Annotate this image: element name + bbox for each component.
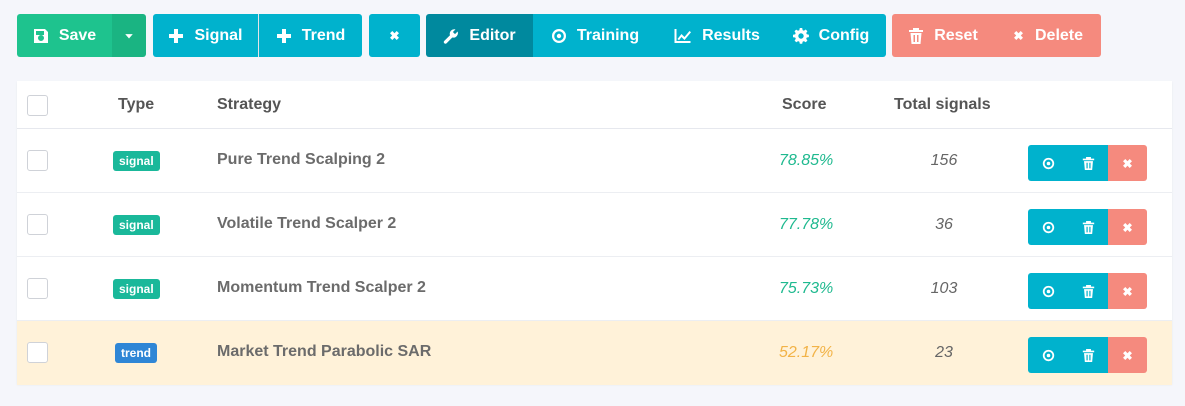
line-chart-icon xyxy=(674,28,692,43)
trash-icon xyxy=(1082,348,1095,362)
row-checkbox[interactable] xyxy=(27,150,48,171)
type-badge: signal xyxy=(113,279,160,299)
trash-icon xyxy=(909,27,924,44)
remove-button[interactable] xyxy=(1108,209,1147,245)
row-checkbox[interactable] xyxy=(27,342,48,363)
table-header: Type Strategy Score Total signals xyxy=(17,81,1172,129)
times-icon xyxy=(1014,31,1023,40)
tab-editor-label: Editor xyxy=(469,26,516,44)
total-signals-value: 156 xyxy=(930,152,958,169)
dot-circle-icon xyxy=(1042,349,1055,362)
plus-icon xyxy=(169,28,184,43)
view-button[interactable] xyxy=(1028,337,1068,373)
gear-icon xyxy=(792,27,809,44)
row-actions xyxy=(1028,209,1147,245)
trash-icon xyxy=(1082,220,1095,234)
view-button[interactable] xyxy=(1028,145,1068,181)
save-button[interactable]: Save xyxy=(17,14,112,57)
tab-results-label: Results xyxy=(702,26,760,44)
trash-icon xyxy=(1082,284,1095,298)
total-signals-value: 23 xyxy=(935,344,953,361)
add-trend-button[interactable]: Trend xyxy=(259,14,362,57)
dot-circle-icon xyxy=(551,28,566,43)
tab-results[interactable]: Results xyxy=(657,14,776,57)
add-signal-label: Signal xyxy=(194,26,243,44)
score-value: 52.17% xyxy=(779,344,834,361)
trash-button[interactable] xyxy=(1068,337,1108,373)
strategy-name: Volatile Trend Scalper 2 xyxy=(217,215,397,232)
column-header-total-signals[interactable]: Total signals xyxy=(894,96,991,114)
type-badge: signal xyxy=(113,215,160,235)
times-icon xyxy=(1121,349,1134,362)
remove-button[interactable] xyxy=(1108,273,1147,309)
row-actions xyxy=(1028,337,1147,373)
type-badge: signal xyxy=(113,151,160,171)
strategy-name: Momentum Trend Scalper 2 xyxy=(217,279,426,296)
trash-icon xyxy=(1082,156,1095,170)
trash-button[interactable] xyxy=(1068,145,1108,181)
reset-label: Reset xyxy=(934,26,978,44)
delete-button[interactable]: Delete xyxy=(994,14,1101,57)
strategy-name: Market Trend Parabolic SAR xyxy=(217,343,432,360)
table-row[interactable]: signal Momentum Trend Scalper 2 75.73% 103 xyxy=(17,257,1172,321)
column-header-strategy[interactable]: Strategy xyxy=(217,96,281,114)
table-row[interactable]: signal Volatile Trend Scalper 2 77.78% 36 xyxy=(17,193,1172,257)
dot-circle-icon xyxy=(1042,285,1055,298)
tab-editor[interactable]: Editor xyxy=(426,14,533,57)
save-dropdown-button[interactable] xyxy=(112,14,146,57)
add-trend-label: Trend xyxy=(301,26,346,44)
tab-training-label: Training xyxy=(576,26,640,44)
save-label: Save xyxy=(58,26,97,44)
score-value: 75.73% xyxy=(779,280,834,297)
table-row[interactable]: trend Market Trend Parabolic SAR 52.17% 23 xyxy=(17,321,1172,385)
column-header-type[interactable]: Type xyxy=(118,96,154,114)
remove-button[interactable] xyxy=(1108,145,1147,181)
type-badge: trend xyxy=(115,343,157,363)
times-icon xyxy=(1121,157,1134,170)
floppy-disk-icon xyxy=(33,28,48,43)
strategy-table: Type Strategy Score Total signals signal… xyxy=(17,81,1172,385)
trash-button[interactable] xyxy=(1068,209,1108,245)
score-value: 77.78% xyxy=(779,216,834,233)
reset-button[interactable]: Reset xyxy=(892,14,994,57)
delete-label: Delete xyxy=(1034,26,1084,44)
score-value: 78.85% xyxy=(779,152,834,169)
dot-circle-icon xyxy=(1042,221,1055,234)
caret-down-icon xyxy=(125,33,133,38)
clear-button[interactable] xyxy=(369,14,420,57)
select-all-checkbox[interactable] xyxy=(27,95,48,116)
times-icon xyxy=(1121,285,1134,298)
row-checkbox[interactable] xyxy=(27,214,48,235)
times-icon xyxy=(1121,221,1134,234)
view-button[interactable] xyxy=(1028,273,1068,309)
dot-circle-icon xyxy=(1042,157,1055,170)
plus-icon xyxy=(276,28,291,43)
row-actions xyxy=(1028,273,1147,309)
remove-button[interactable] xyxy=(1108,337,1147,373)
times-icon xyxy=(390,31,399,40)
add-signal-button[interactable]: Signal xyxy=(153,14,258,57)
tab-training[interactable]: Training xyxy=(533,14,657,57)
row-actions xyxy=(1028,145,1147,181)
tab-config[interactable]: Config xyxy=(776,14,886,57)
strategy-name: Pure Trend Scalping 2 xyxy=(217,151,386,168)
total-signals-value: 103 xyxy=(930,280,958,297)
column-header-score[interactable]: Score xyxy=(782,96,826,114)
total-signals-value: 36 xyxy=(935,216,953,233)
trash-button[interactable] xyxy=(1068,273,1108,309)
wrench-icon xyxy=(444,28,459,44)
view-button[interactable] xyxy=(1028,209,1068,245)
tab-config-label: Config xyxy=(818,26,870,44)
table-row[interactable]: signal Pure Trend Scalping 2 78.85% 156 xyxy=(17,129,1172,193)
row-checkbox[interactable] xyxy=(27,278,48,299)
